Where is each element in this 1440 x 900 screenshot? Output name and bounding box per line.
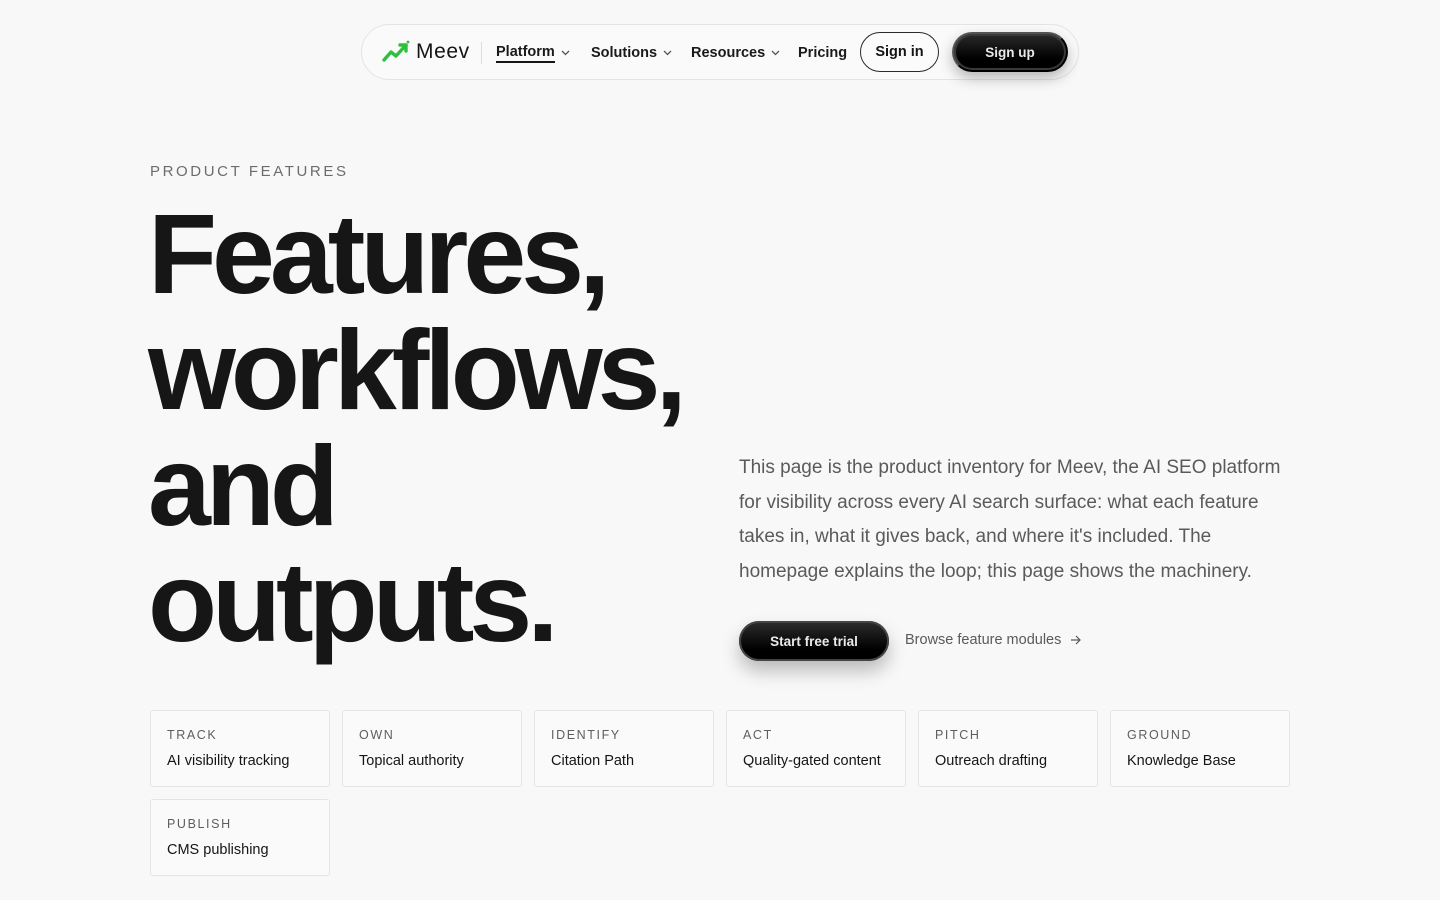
headline-line: Features,: [148, 191, 610, 317]
feature-card-value: Outreach drafting: [935, 753, 1048, 769]
nav-divider: [481, 42, 482, 64]
feature-card-key: IDENTIFY: [551, 728, 621, 742]
feature-card-act[interactable]: ACT Quality-gated content: [726, 710, 906, 787]
nav-item-solutions[interactable]: Solutions: [591, 41, 672, 65]
top-navigation: Meev Platform Solutions Resources Pricin…: [361, 24, 1079, 80]
feature-card-value: AI visibility tracking: [167, 753, 290, 769]
nav-item-label: Solutions: [591, 45, 658, 61]
feature-card-pitch[interactable]: PITCH Outreach drafting: [918, 710, 1098, 787]
feature-card-key: TRACK: [167, 728, 218, 742]
intro-paragraph: This page is the product inventory for M…: [739, 457, 1281, 583]
nav-item-platform[interactable]: Platform: [496, 41, 570, 65]
feature-card-key: GROUND: [1127, 728, 1193, 742]
chevron-down-icon: [561, 50, 570, 56]
section-eyebrow: PRODUCT FEATURES: [150, 163, 349, 180]
brand-name: Meev: [416, 40, 470, 63]
feature-card-track[interactable]: TRACK AI visibility tracking: [150, 710, 330, 787]
feature-card-value: Quality-gated content: [743, 753, 881, 769]
browse-feature-modules-link[interactable]: Browse feature modules: [905, 632, 1082, 648]
page-title: Features, workflows, and outputs.: [148, 196, 748, 660]
nav-item-resources[interactable]: Resources: [691, 41, 780, 65]
feature-card-identify[interactable]: IDENTIFY Citation Path: [534, 710, 714, 787]
chevron-down-icon: [771, 50, 780, 56]
feature-card-own[interactable]: OWN Topical authority: [342, 710, 522, 787]
feature-card-key: ACT: [743, 728, 773, 742]
headline-line: and: [148, 423, 339, 549]
arrow-right-icon: [1071, 635, 1082, 645]
start-free-trial-button[interactable]: Start free trial: [739, 621, 889, 661]
browse-feature-modules-label: Browse feature modules: [905, 632, 1062, 648]
feature-card-value: CMS publishing: [167, 842, 269, 858]
nav-item-label: Resources: [691, 45, 766, 61]
nav-item-pricing[interactable]: Pricing: [798, 41, 847, 65]
nav-item-label: Platform: [496, 44, 555, 63]
headline-line: workflows,: [148, 307, 687, 433]
trend-up-logo-icon: [382, 40, 410, 62]
feature-card-key: OWN: [359, 728, 395, 742]
feature-card-value: Topical authority: [359, 753, 464, 769]
feature-card-key: PITCH: [935, 728, 981, 742]
feature-card-value: Knowledge Base: [1127, 753, 1236, 769]
feature-card-key: PUBLISH: [167, 817, 232, 831]
feature-card-ground[interactable]: GROUND Knowledge Base: [1110, 710, 1290, 787]
feature-card-publish[interactable]: PUBLISH CMS publishing: [150, 799, 330, 876]
chevron-down-icon: [663, 50, 672, 56]
headline-line: outputs.: [148, 539, 559, 665]
brand-logo[interactable]: Meev: [382, 37, 470, 67]
feature-card-value: Citation Path: [551, 753, 635, 769]
sign-up-button[interactable]: Sign up: [952, 32, 1068, 72]
sign-in-button[interactable]: Sign in: [860, 32, 939, 72]
nav-item-label: Pricing: [798, 45, 848, 61]
